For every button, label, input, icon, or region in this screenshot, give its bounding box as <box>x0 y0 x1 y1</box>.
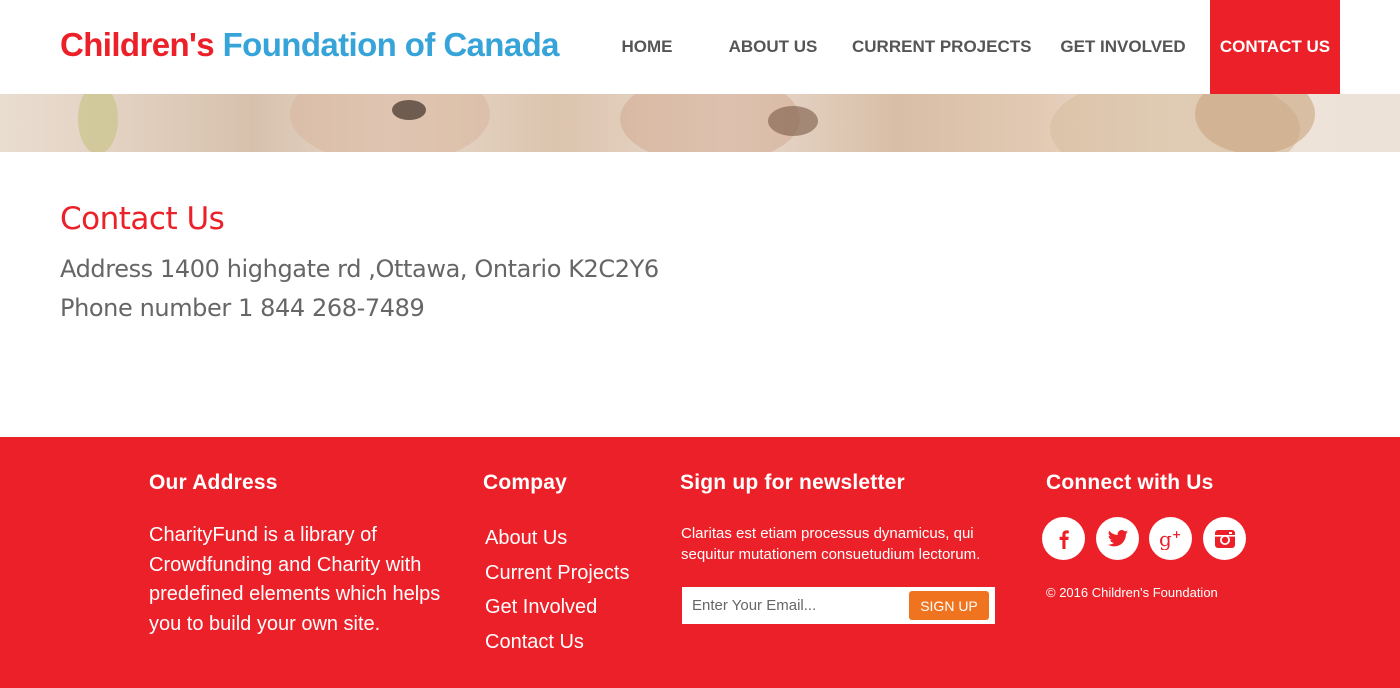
footer-newsletter-text: Claritas est etiam processus dynamicus, … <box>681 525 981 563</box>
instagram-glyph <box>1214 529 1235 548</box>
nav-home[interactable]: HOME <box>608 0 686 94</box>
google-plus-icon[interactable]: g + <box>1149 517 1192 560</box>
footer-link-get-involved[interactable]: Get Involved <box>485 590 630 625</box>
hero-eye-middle <box>768 106 818 136</box>
footer-link-contact-us[interactable]: Contact Us <box>485 625 630 660</box>
hero-eye-left <box>392 100 426 120</box>
page-title: Contact Us <box>60 201 225 237</box>
footer-newsletter-heading: Sign up for newsletter <box>680 471 905 494</box>
hero-face-left <box>290 94 490 152</box>
footer-address-text: CharityFund is a library of Crowdfunding… <box>149 524 441 635</box>
footer-link-current-projects[interactable]: Current Projects <box>485 556 630 591</box>
hero-image-strip <box>0 94 1400 152</box>
twitter-icon[interactable] <box>1096 517 1139 560</box>
nav-about-us[interactable]: ABOUT US <box>718 0 828 94</box>
hero-decoration <box>78 94 118 152</box>
footer-address-heading: Our Address <box>149 471 278 494</box>
svg-text:g: g <box>1159 528 1172 550</box>
logo-text-part1: Children's <box>60 26 215 63</box>
newsletter-signup-button[interactable]: SIGN UP <box>909 591 989 620</box>
site-header: Children's Foundation of Canada HOME ABO… <box>0 0 1400 94</box>
nav-contact-us[interactable]: CONTACT US <box>1210 0 1340 94</box>
newsletter-email-input[interactable] <box>682 587 902 624</box>
svg-text:+: + <box>1172 528 1181 541</box>
contact-address: Address 1400 highgate rd ,Ottawa, Ontari… <box>60 255 659 283</box>
facebook-glyph <box>1059 529 1069 549</box>
copyright-text: © 2016 Children's Foundation <box>1046 585 1218 600</box>
newsletter-form: SIGN UP <box>682 587 995 624</box>
twitter-glyph <box>1107 529 1128 546</box>
google-plus-glyph: g + <box>1159 528 1181 550</box>
site-footer: Our Address CharityFund is a library of … <box>0 437 1400 688</box>
facebook-icon[interactable] <box>1042 517 1085 560</box>
footer-company-heading: Compay <box>483 471 568 494</box>
nav-current-projects[interactable]: CURRENT PROJECTS <box>852 0 1031 94</box>
footer-company-links: About Us Current Projects Get Involved C… <box>485 521 630 660</box>
site-logo[interactable]: Children's Foundation of Canada <box>60 26 560 64</box>
instagram-icon[interactable] <box>1203 517 1246 560</box>
nav-get-involved[interactable]: GET INVOLVED <box>1052 0 1194 94</box>
contact-phone: Phone number 1 844 268-7489 <box>60 294 425 322</box>
footer-connect-heading: Connect with Us <box>1046 471 1214 494</box>
footer-link-about-us[interactable]: About Us <box>485 521 630 556</box>
logo-text-part2: Foundation of Canada <box>222 26 560 63</box>
